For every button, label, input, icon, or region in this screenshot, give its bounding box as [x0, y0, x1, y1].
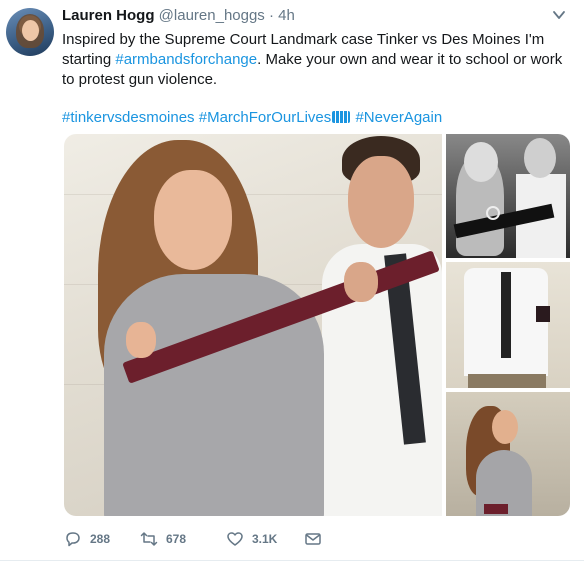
direct-message-button[interactable] — [304, 528, 330, 550]
envelope-icon — [305, 533, 321, 545]
boy-face — [348, 156, 414, 248]
photo-thumb-1[interactable] — [446, 134, 570, 258]
hashtag-line: #tinkervsdesmoines #MarchForOurLives #Ne… — [62, 108, 442, 128]
hashtag-link[interactable]: #tinkervsdesmoines — [62, 109, 195, 126]
thumb-tie — [501, 272, 511, 358]
thumb-armband — [536, 306, 550, 322]
tweet-card[interactable]: Lauren Hogg @lauren_hoggs · 4h Inspired … — [0, 0, 584, 561]
thumb-pants — [468, 374, 546, 388]
retweet-count: 678 — [166, 532, 187, 546]
timestamp[interactable]: 4h — [278, 7, 295, 24]
retweet-icon — [140, 532, 158, 546]
photo-thumb-3[interactable] — [446, 392, 570, 516]
thumb-face — [492, 410, 518, 444]
tweet-text: Inspired by the Supreme Court Landmark c… — [62, 30, 572, 90]
author-handle[interactable]: @lauren_hoggs — [159, 7, 265, 24]
action-bar: 288 678 3.1K — [64, 528, 364, 550]
thumb-armband — [484, 504, 508, 514]
people-holding-hands-emoji — [332, 111, 351, 123]
peace-sign-icon — [486, 206, 500, 220]
reply-count: 288 — [90, 532, 111, 546]
like-count: 3.1K — [252, 532, 278, 546]
heart-icon — [227, 532, 243, 546]
boy-hand — [344, 262, 378, 302]
media-grid — [64, 134, 570, 516]
reply-icon — [66, 532, 80, 547]
girl-hand — [126, 322, 156, 358]
reply-button[interactable]: 288 — [64, 528, 110, 550]
avatar-face — [22, 20, 39, 41]
girl-face — [154, 170, 232, 270]
author-name[interactable]: Lauren Hogg — [62, 7, 155, 24]
tweet-header: Lauren Hogg @lauren_hoggs · 4h — [62, 7, 295, 24]
like-button[interactable]: 3.1K — [226, 528, 277, 550]
retweet-button[interactable]: 678 — [140, 528, 186, 550]
photo-main[interactable] — [64, 134, 442, 516]
hashtag-link[interactable]: #NeverAgain — [355, 109, 442, 126]
photo-thumb-2[interactable] — [446, 262, 570, 388]
avatar[interactable] — [6, 8, 54, 56]
hashtag-link[interactable]: #MarchForOurLives — [199, 109, 332, 126]
thumb-girl-head — [464, 142, 498, 182]
hashtag-link[interactable]: #armbandsforchange — [115, 51, 257, 68]
chevron-down-icon[interactable] — [552, 8, 566, 22]
thumb-boy-head — [524, 138, 556, 178]
separator-dot: · — [268, 7, 274, 24]
